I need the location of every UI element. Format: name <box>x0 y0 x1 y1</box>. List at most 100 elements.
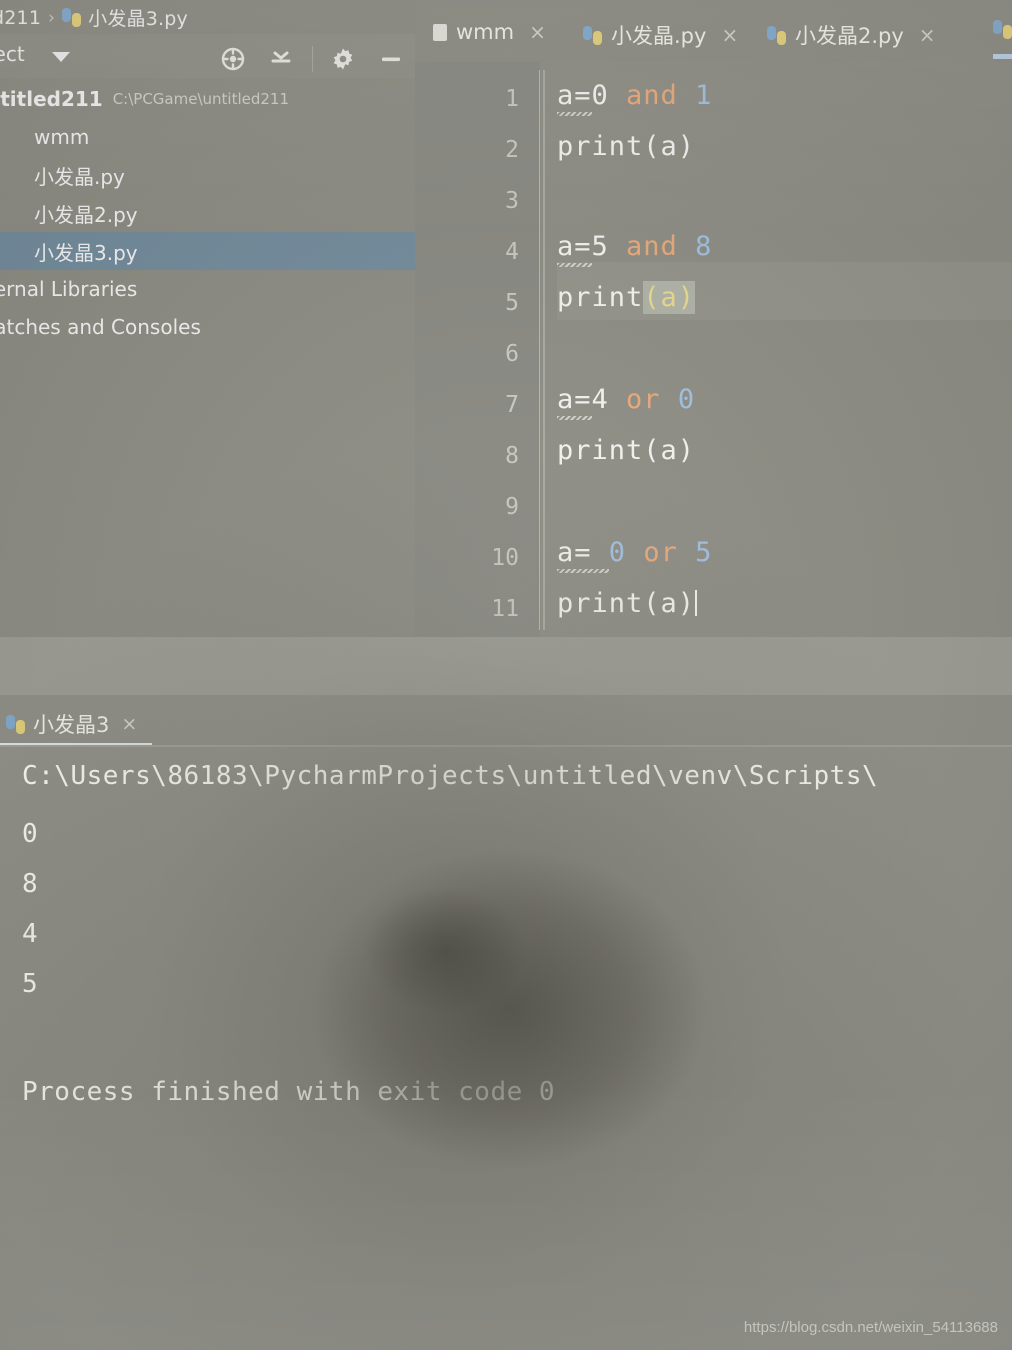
breadcrumb-file[interactable]: 小发晶3.py <box>88 4 188 31</box>
gear-icon[interactable] <box>328 44 358 74</box>
tree-item-scratches-and-consoles[interactable]: ratches and Consoles <box>0 308 415 346</box>
python-file-icon <box>10 242 28 260</box>
code-token-number: 8 <box>695 231 713 262</box>
code-token-number: 0 <box>677 384 696 415</box>
code-token-value: 5 <box>591 231 609 262</box>
watermark: https://blog.csdn.net/weixin_54113688 <box>743 1319 998 1336</box>
editor-tab-wmm[interactable]: wmm × <box>433 20 546 44</box>
line-number: 3 <box>505 188 519 214</box>
tree-item-xiaofajing-py[interactable]: 小发晶.py <box>0 156 415 194</box>
ide-screenshot: d211 › 小发晶3.py ject <box>0 0 1012 1350</box>
code-line-text: print(a) <box>557 588 696 619</box>
code-line-2[interactable]: print(a) <box>557 131 695 162</box>
python-file-icon <box>993 20 1012 39</box>
code-indent-rule <box>543 70 545 630</box>
tree-item-label: ratches and Consoles <box>0 315 201 339</box>
console-output-value: 8 <box>22 869 39 899</box>
editor-tab-strip[interactable]: wmm × 小发晶.py × 小发晶2.py × <box>415 0 1012 62</box>
ide-window: d211 › 小发晶3.py ject <box>0 0 1012 695</box>
file-icon <box>433 23 447 41</box>
project-tree[interactable]: ntitled211 C:\PCGame\untitled211 wmm 小发晶… <box>0 80 415 680</box>
close-icon[interactable]: × <box>529 20 546 44</box>
tree-item-wmm[interactable]: wmm <box>0 118 415 156</box>
code-token-value: 4 <box>591 384 609 415</box>
line-number: 7 <box>505 392 519 418</box>
tree-item-xiaofajing2-py[interactable]: 小发晶2.py <box>0 194 415 232</box>
console-output-value: 4 <box>22 919 39 949</box>
code-token-assign: a= <box>557 80 592 111</box>
code-token-assign: a= <box>557 231 592 262</box>
close-icon[interactable]: × <box>721 23 738 47</box>
line-number: 5 <box>505 290 519 316</box>
code-line-5[interactable]: print(a) <box>557 281 696 314</box>
line-number: 6 <box>505 341 519 367</box>
project-panel-title[interactable]: ject <box>0 42 25 66</box>
locate-icon[interactable] <box>218 44 248 74</box>
editor-tab-label: wmm <box>456 20 515 44</box>
line-number: 9 <box>505 494 519 520</box>
editor-tab-xiaofajing3-py[interactable] <box>993 20 1012 59</box>
code-token-number: 5 <box>695 537 713 568</box>
code-token-number: 0 <box>608 537 627 568</box>
editor-tab-label: 小发晶.py <box>611 24 707 48</box>
close-icon[interactable]: × <box>121 713 137 735</box>
code-token-keyword: and <box>626 80 678 111</box>
ide-bottom-filler <box>0 637 1012 695</box>
tree-item-label: 小发晶3.py <box>34 240 138 265</box>
line-number: 8 <box>505 443 519 469</box>
code-editor[interactable]: 1 2 3 4 5 6 7 8 9 10 11 a=0 and 1 print(… <box>415 62 1012 637</box>
python-file-icon <box>6 714 25 734</box>
tree-item-project-root[interactable]: ntitled211 C:\PCGame\untitled211 <box>0 80 415 118</box>
tree-item-label: ntitled211 <box>0 87 103 111</box>
console-output[interactable]: C:\Users\86183\PycharmProjects\untitled\… <box>0 747 1012 1347</box>
code-token-fn: print <box>557 282 644 313</box>
python-file-icon <box>62 8 82 27</box>
run-tab-label: 小发晶3 <box>33 713 110 737</box>
run-tab-xiaofajing3[interactable]: 小发晶3 × <box>0 703 152 745</box>
code-line-8[interactable]: print(a) <box>557 435 695 466</box>
code-token-bracket-highlight: (a) <box>643 281 696 314</box>
run-tool-window: 小发晶3 × C:\Users\86183\PycharmProjects\un… <box>0 695 1012 1350</box>
tree-item-xiaofajing3-py[interactable]: 小发晶3.py <box>0 232 415 270</box>
tree-item-external-libraries[interactable]: ternal Libraries <box>0 270 415 308</box>
console-output-value: 5 <box>22 969 39 999</box>
code-token-value: 0 <box>591 80 609 111</box>
code-token-assign: a= <box>557 384 592 415</box>
code-token-keyword: or <box>626 384 661 415</box>
code-line-1[interactable]: a=0 and 1 <box>557 80 712 111</box>
text-caret <box>695 590 698 616</box>
close-icon[interactable]: × <box>919 23 936 47</box>
line-number: 1 <box>505 86 519 112</box>
line-number: 10 <box>491 545 519 571</box>
collapse-all-icon[interactable] <box>266 44 296 74</box>
code-line-11[interactable]: print(a) <box>557 588 698 619</box>
code-line-10[interactable]: a= 0 or 5 <box>557 537 712 568</box>
code-token-assign: a= <box>557 537 609 568</box>
breadcrumb-project[interactable]: d211 <box>0 7 41 29</box>
console-output-value: 0 <box>22 819 39 849</box>
tree-item-path: C:\PCGame\untitled211 <box>112 90 290 108</box>
chevron-down-icon[interactable] <box>52 52 70 62</box>
tree-item-label: wmm <box>34 125 90 149</box>
code-token-keyword: and <box>626 231 678 262</box>
code-line-4[interactable]: a=5 and 8 <box>557 231 712 262</box>
code-token-keyword: or <box>643 537 678 568</box>
line-number: 2 <box>505 137 519 163</box>
file-icon <box>10 128 28 146</box>
hide-panel-icon[interactable] <box>376 44 406 74</box>
code-token-number: 1 <box>695 80 713 111</box>
editor-tab-xiaofajing2-py[interactable]: 小发晶2.py × <box>767 20 936 50</box>
tree-item-label: ternal Libraries <box>0 277 138 301</box>
editor-tab-xiaofajing-py[interactable]: 小发晶.py × <box>583 20 738 50</box>
run-tab-row: 小发晶3 × <box>0 695 1012 747</box>
breadcrumb-separator-icon: › <box>48 7 56 28</box>
toolbar-divider <box>312 46 313 72</box>
python-file-icon <box>10 204 28 222</box>
project-panel-header: ject <box>0 34 415 78</box>
console-command-path: C:\Users\86183\PycharmProjects\untitled\… <box>22 761 879 791</box>
code-line-7[interactable]: a=4 or 0 <box>557 384 695 415</box>
tree-item-label: 小发晶2.py <box>34 202 138 227</box>
python-file-icon <box>767 25 786 45</box>
line-number: 11 <box>491 596 519 622</box>
python-file-icon <box>10 166 28 184</box>
